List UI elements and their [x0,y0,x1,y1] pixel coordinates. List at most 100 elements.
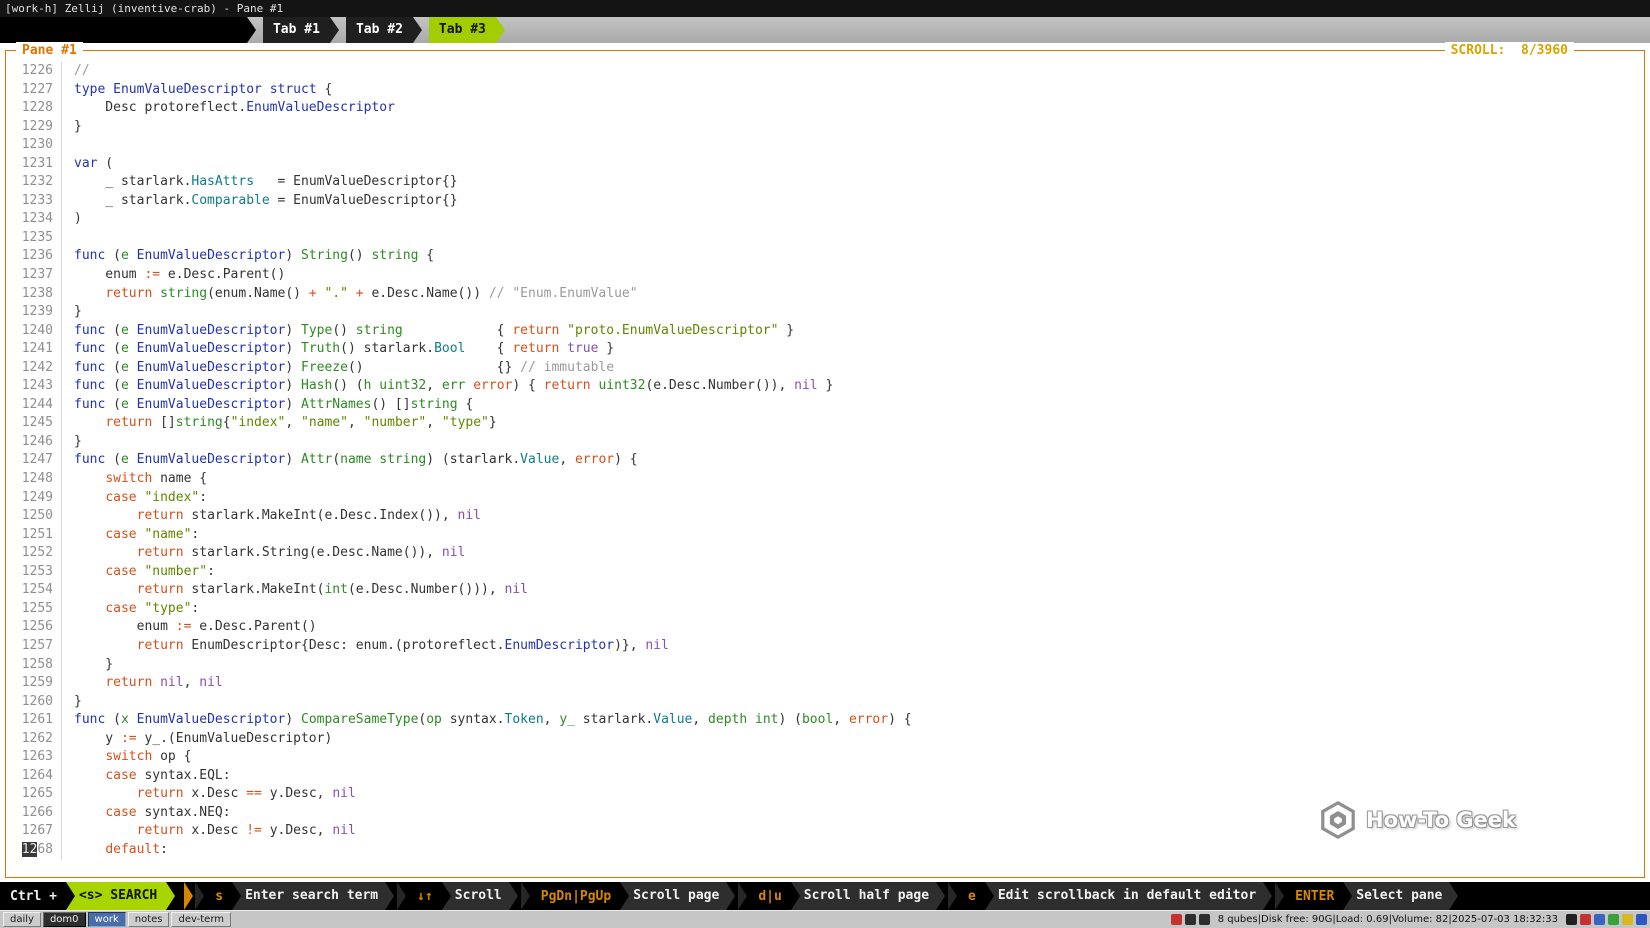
line-number: 1266 [6,804,62,823]
howtogeek-logo-icon [1319,801,1357,839]
code-text: return EnumDescriptor{Desc: enum.(protor… [62,637,669,656]
update-alert-icon[interactable] [1171,914,1182,925]
code-text: case syntax.NEQ: [62,804,231,823]
network-icon[interactable] [1185,914,1196,925]
tab-3[interactable]: Tab #3 [429,17,496,43]
code-text: switch name { [62,470,207,489]
code-text: case "name": [62,526,199,545]
code-line: 1233 _ starlark.Comparable = EnumValueDe… [6,192,1644,211]
hint-key-2: ↓↑ [408,889,442,904]
code-text: case "type": [62,600,199,619]
domain-yellow-icon[interactable] [1622,914,1633,925]
hint-separator-icon [738,882,747,910]
line-number: 1230 [6,136,62,155]
code-text: } [62,303,82,322]
code-line: 1245 return []string{"index", "name", "n… [6,414,1644,433]
code-text: return starlark.MakeInt(int(e.Desc.Numbe… [62,581,528,600]
code-text: func (x EnumValueDescriptor) CompareSame… [62,711,912,730]
taskbar-button-dev-term[interactable]: dev-term [171,912,231,927]
line-number: 1231 [6,155,62,174]
code-line: 1237 enum := e.Desc.Parent() [6,266,1644,285]
code-line: 1248 switch name { [6,470,1644,489]
code-text: return starlark.String(e.Desc.Name()), n… [62,544,465,563]
line-number: 1246 [6,433,62,452]
hint-desc-1: Enter search term [232,882,385,910]
line-number: 1241 [6,340,62,359]
code-scrollback[interactable]: 1226//1227type EnumValueDescriptor struc… [6,62,1644,877]
hint-desc-5: Edit scrollback in default editor [985,882,1263,910]
code-text: func (e EnumValueDescriptor) AttrNames()… [62,396,473,415]
line-number: 1228 [6,99,62,118]
line-number: 1255 [6,600,62,619]
hint-key-5: e [959,889,985,904]
code-text: } [62,433,82,452]
hint-desc-6: Select pane [1343,882,1449,910]
window-title: [work-h] Zellij (inventive-crab) - Pane … [5,2,283,15]
taskbar-button-daily[interactable]: daily [3,912,41,927]
ctrl-modifier-hint: Ctrl + [8,889,66,904]
line-number: 1227 [6,81,62,100]
code-text: // [62,62,90,81]
line-number: 1251 [6,526,62,545]
code-line: 1246} [6,433,1644,452]
line-number: 1258 [6,656,62,675]
code-text: } [62,118,82,137]
code-text: return x.Desc != y.Desc, nil [62,822,356,841]
line-number: 1239 [6,303,62,322]
code-line: 1243func (e EnumValueDescriptor) Hash() … [6,377,1644,396]
code-line: 1241func (e EnumValueDescriptor) Truth()… [6,340,1644,359]
code-line: 1230 [6,136,1644,155]
line-number: 1268 [6,841,62,860]
window-titlebar: [work-h] Zellij (inventive-crab) - Pane … [0,0,1650,17]
taskbar-buttons: dailydom0worknotesdev-term [3,912,231,927]
taskbar: dailydom0worknotesdev-term 8 qubes|Disk … [0,910,1650,928]
line-number: 1267 [6,822,62,841]
domain-red-icon[interactable] [1580,914,1591,925]
code-text: Desc protoreflect.EnumValueDescriptor [62,99,395,118]
hint-key-1: s [206,889,232,904]
line-number: 1265 [6,785,62,804]
line-number: 1243 [6,377,62,396]
domain-blue-icon[interactable] [1594,914,1605,925]
hint-key-6: ENTER [1286,889,1343,904]
line-number: 1247 [6,451,62,470]
code-text: return string(enum.Name() + "." + e.Desc… [62,285,638,304]
line-number: 1233 [6,192,62,211]
code-line: 1242func (e EnumValueDescriptor) Freeze(… [6,359,1644,378]
keybinding-hints: sEnter search term↓↑ScrollPgDn|PgUpScrol… [195,882,1461,910]
code-line: 1234) [6,210,1644,229]
domain-green-icon[interactable] [1608,914,1619,925]
keyboard-layout-icon[interactable] [1636,914,1647,925]
code-line: 1235 [6,229,1644,248]
code-text: enum := e.Desc.Parent() [62,266,285,285]
cursor-block: 12 [22,842,38,857]
code-line: 1262 y := y_.(EnumValueDescriptor) [6,730,1644,749]
pane-1[interactable]: Pane #1 SCROLL: 8/3960 1226//1227type En… [5,50,1645,878]
pane-title: Pane #1 [16,42,83,59]
code-line: 1255 case "type": [6,600,1644,619]
code-line: 1256 enum := e.Desc.Parent() [6,618,1644,637]
line-number: 1253 [6,563,62,582]
howtogeek-watermark-text: How-To Geek [1366,808,1516,832]
code-line: 1260} [6,693,1644,712]
audio-icon[interactable] [1199,914,1210,925]
tab-2[interactable]: Tab #2 [346,17,413,43]
code-line: 1257 return EnumDescriptor{Desc: enum.(p… [6,637,1644,656]
line-number: 1259 [6,674,62,693]
code-line: 1250 return starlark.MakeInt(e.Desc.Inde… [6,507,1644,526]
taskbar-button-dom0[interactable]: dom0 [43,912,86,927]
code-text: return starlark.MakeInt(e.Desc.Index()),… [62,507,481,526]
taskbar-button-notes[interactable]: notes [128,912,170,927]
code-line: 1268 default: [6,841,1644,860]
hint-desc-4: Scroll half page [791,882,936,910]
scroll-indicator: SCROLL: 8/3960 [1445,42,1574,59]
hint-separator-icon [521,882,530,910]
tab-1[interactable]: Tab #1 [263,17,330,43]
line-number: 1260 [6,693,62,712]
taskbar-button-work[interactable]: work [88,912,126,927]
code-text: _ starlark.HasAttrs = EnumValueDescripto… [62,173,458,192]
search-mode-ribbon: <s> SEARCH [66,882,166,910]
hint-desc-2: Scroll [442,882,509,910]
devices-icon[interactable] [1566,914,1577,925]
hint-separator-icon [948,882,957,910]
